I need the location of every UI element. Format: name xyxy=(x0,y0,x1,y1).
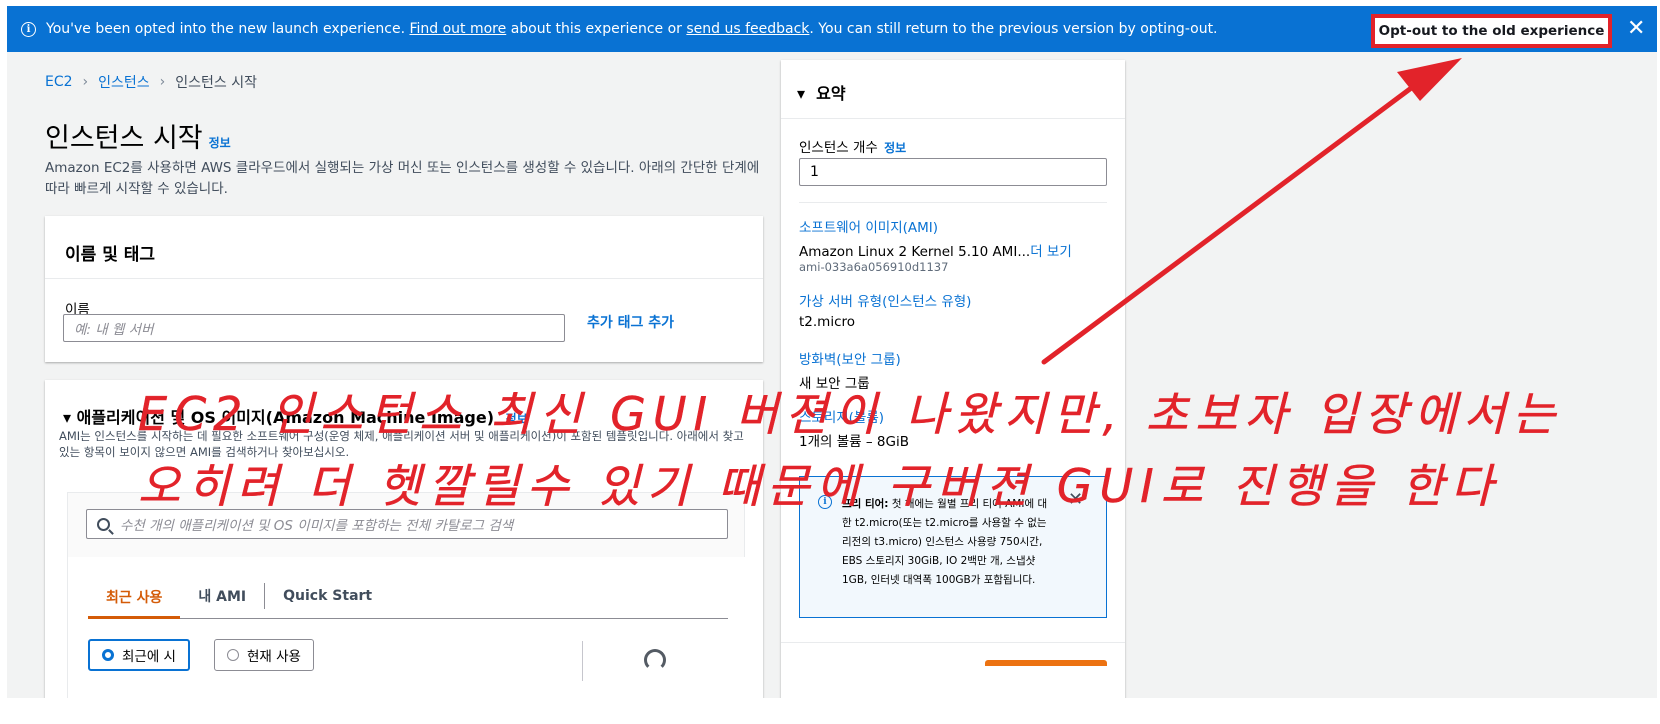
ami-tabs: 최근 사용 내 AMI Quick Start xyxy=(88,583,728,619)
instance-count-label-text: 인스턴스 개수 xyxy=(799,140,878,156)
firewall-link[interactable]: 방화벽(보안 그룹) xyxy=(799,348,901,368)
chevron-right-icon: › xyxy=(159,74,166,90)
instance-count-info-link[interactable]: 정보 xyxy=(884,141,906,155)
tab-my-ami[interactable]: 내 AMI xyxy=(180,583,266,609)
ami-summary-link[interactable]: 소프트웨어 이미지(AMI) xyxy=(799,216,938,236)
instance-type-link[interactable]: 가상 서버 유형(인스턴스 유형) xyxy=(799,290,971,310)
name-input[interactable]: 예: 내 웹 서버 xyxy=(63,314,565,342)
radio-current[interactable]: 현재 사용 xyxy=(214,639,314,671)
breadcrumb-ec2[interactable]: EC2 xyxy=(45,74,73,90)
radio-current-label: 현재 사용 xyxy=(247,649,301,665)
ami-name: Amazon Linux 2 Kernel 5.10 AMI... xyxy=(799,244,1031,260)
panel-heading: 이름 및 태그 xyxy=(65,245,156,265)
console-frame: i You've been opted into the new launch … xyxy=(7,6,1657,698)
chevron-right-icon: › xyxy=(82,74,89,90)
annotation-line-2: 오히려 더 헷깔릴수 있기 때문에 구버젼 GUI로 진행을 한다 xyxy=(138,459,1500,514)
breadcrumb-current: 인스턴스 시작 xyxy=(175,75,258,91)
page-title: 인스턴스 시작 정보 xyxy=(45,116,231,155)
close-icon[interactable]: ✕ xyxy=(1627,16,1645,41)
info-link[interactable]: 정보 xyxy=(209,136,231,150)
add-tags-link[interactable]: 추가 태그 추가 xyxy=(587,312,674,332)
search-placeholder: 수천 개의 애플리케이션 및 OS 이미지를 포함하는 전체 카탈로그 검색 xyxy=(120,518,514,534)
divider xyxy=(799,202,1107,203)
divider xyxy=(781,642,1125,643)
radio-selected-icon xyxy=(102,649,114,661)
opt-in-banner: i You've been opted into the new launch … xyxy=(7,6,1657,52)
divider xyxy=(45,278,763,279)
instance-count-input[interactable]: 1 xyxy=(799,158,1107,186)
instance-count-label: 인스턴스 개수 정보 xyxy=(799,136,906,156)
radio-unselected-icon xyxy=(227,649,239,661)
banner-text-before: You've been opted into the new launch ex… xyxy=(46,21,410,37)
opt-out-button[interactable]: Opt-out to the old experience xyxy=(1371,14,1612,48)
summary-heading[interactable]: ▾ 요약 xyxy=(797,80,846,104)
ami-summary-value: Amazon Linux 2 Kernel 5.10 AMI...더 보기 xyxy=(799,240,1072,260)
breadcrumb-instances[interactable]: 인스턴스 xyxy=(98,72,150,92)
send-feedback-link[interactable]: send us feedback xyxy=(686,21,809,37)
ami-more-link[interactable]: 더 보기 xyxy=(1030,244,1072,260)
banner-text-middle: about this experience or xyxy=(506,21,687,37)
page-description: Amazon EC2를 사용하면 AWS 클라우드에서 실행되는 가상 머신 또… xyxy=(45,160,760,197)
ami-id: ami-033a6a056910d1137 xyxy=(799,260,949,274)
banner-text: You've been opted into the new launch ex… xyxy=(46,21,1218,37)
divider xyxy=(781,118,1125,119)
summary-heading-text: 요약 xyxy=(816,84,846,103)
loading-spinner-icon xyxy=(644,649,666,671)
radio-recent-label: 최근에 시 xyxy=(122,649,176,665)
tab-recent[interactable]: 최근 사용 xyxy=(88,583,181,619)
instance-type-value: t2.micro xyxy=(799,314,856,330)
launch-instance-button[interactable] xyxy=(985,660,1107,666)
banner-text-after: . You can still return to the previous v… xyxy=(809,21,1218,37)
info-icon: i xyxy=(21,21,36,37)
search-icon xyxy=(97,517,110,531)
find-out-more-link[interactable]: Find out more xyxy=(409,21,506,37)
radio-recent[interactable]: 최근에 시 xyxy=(88,639,190,671)
catalog-box: 수천 개의 애플리케이션 및 OS 이미지를 포함하는 전체 카탈로그 검색 최… xyxy=(67,492,746,698)
catalog-tabs-area: 최근 사용 내 AMI Quick Start 최근에 시 현재 사용 xyxy=(68,557,746,698)
annotation-line-1: EC2 인스턴스 최신 GUI 버젼이 나왔지만, 초보자 입장에서는 xyxy=(138,387,1563,442)
tab-quick-start[interactable]: Quick Start xyxy=(265,583,390,609)
breadcrumb: EC2 › 인스턴스 › 인스턴스 시작 xyxy=(45,72,257,92)
page-title-text: 인스턴스 시작 xyxy=(45,123,203,154)
divider xyxy=(582,641,583,681)
